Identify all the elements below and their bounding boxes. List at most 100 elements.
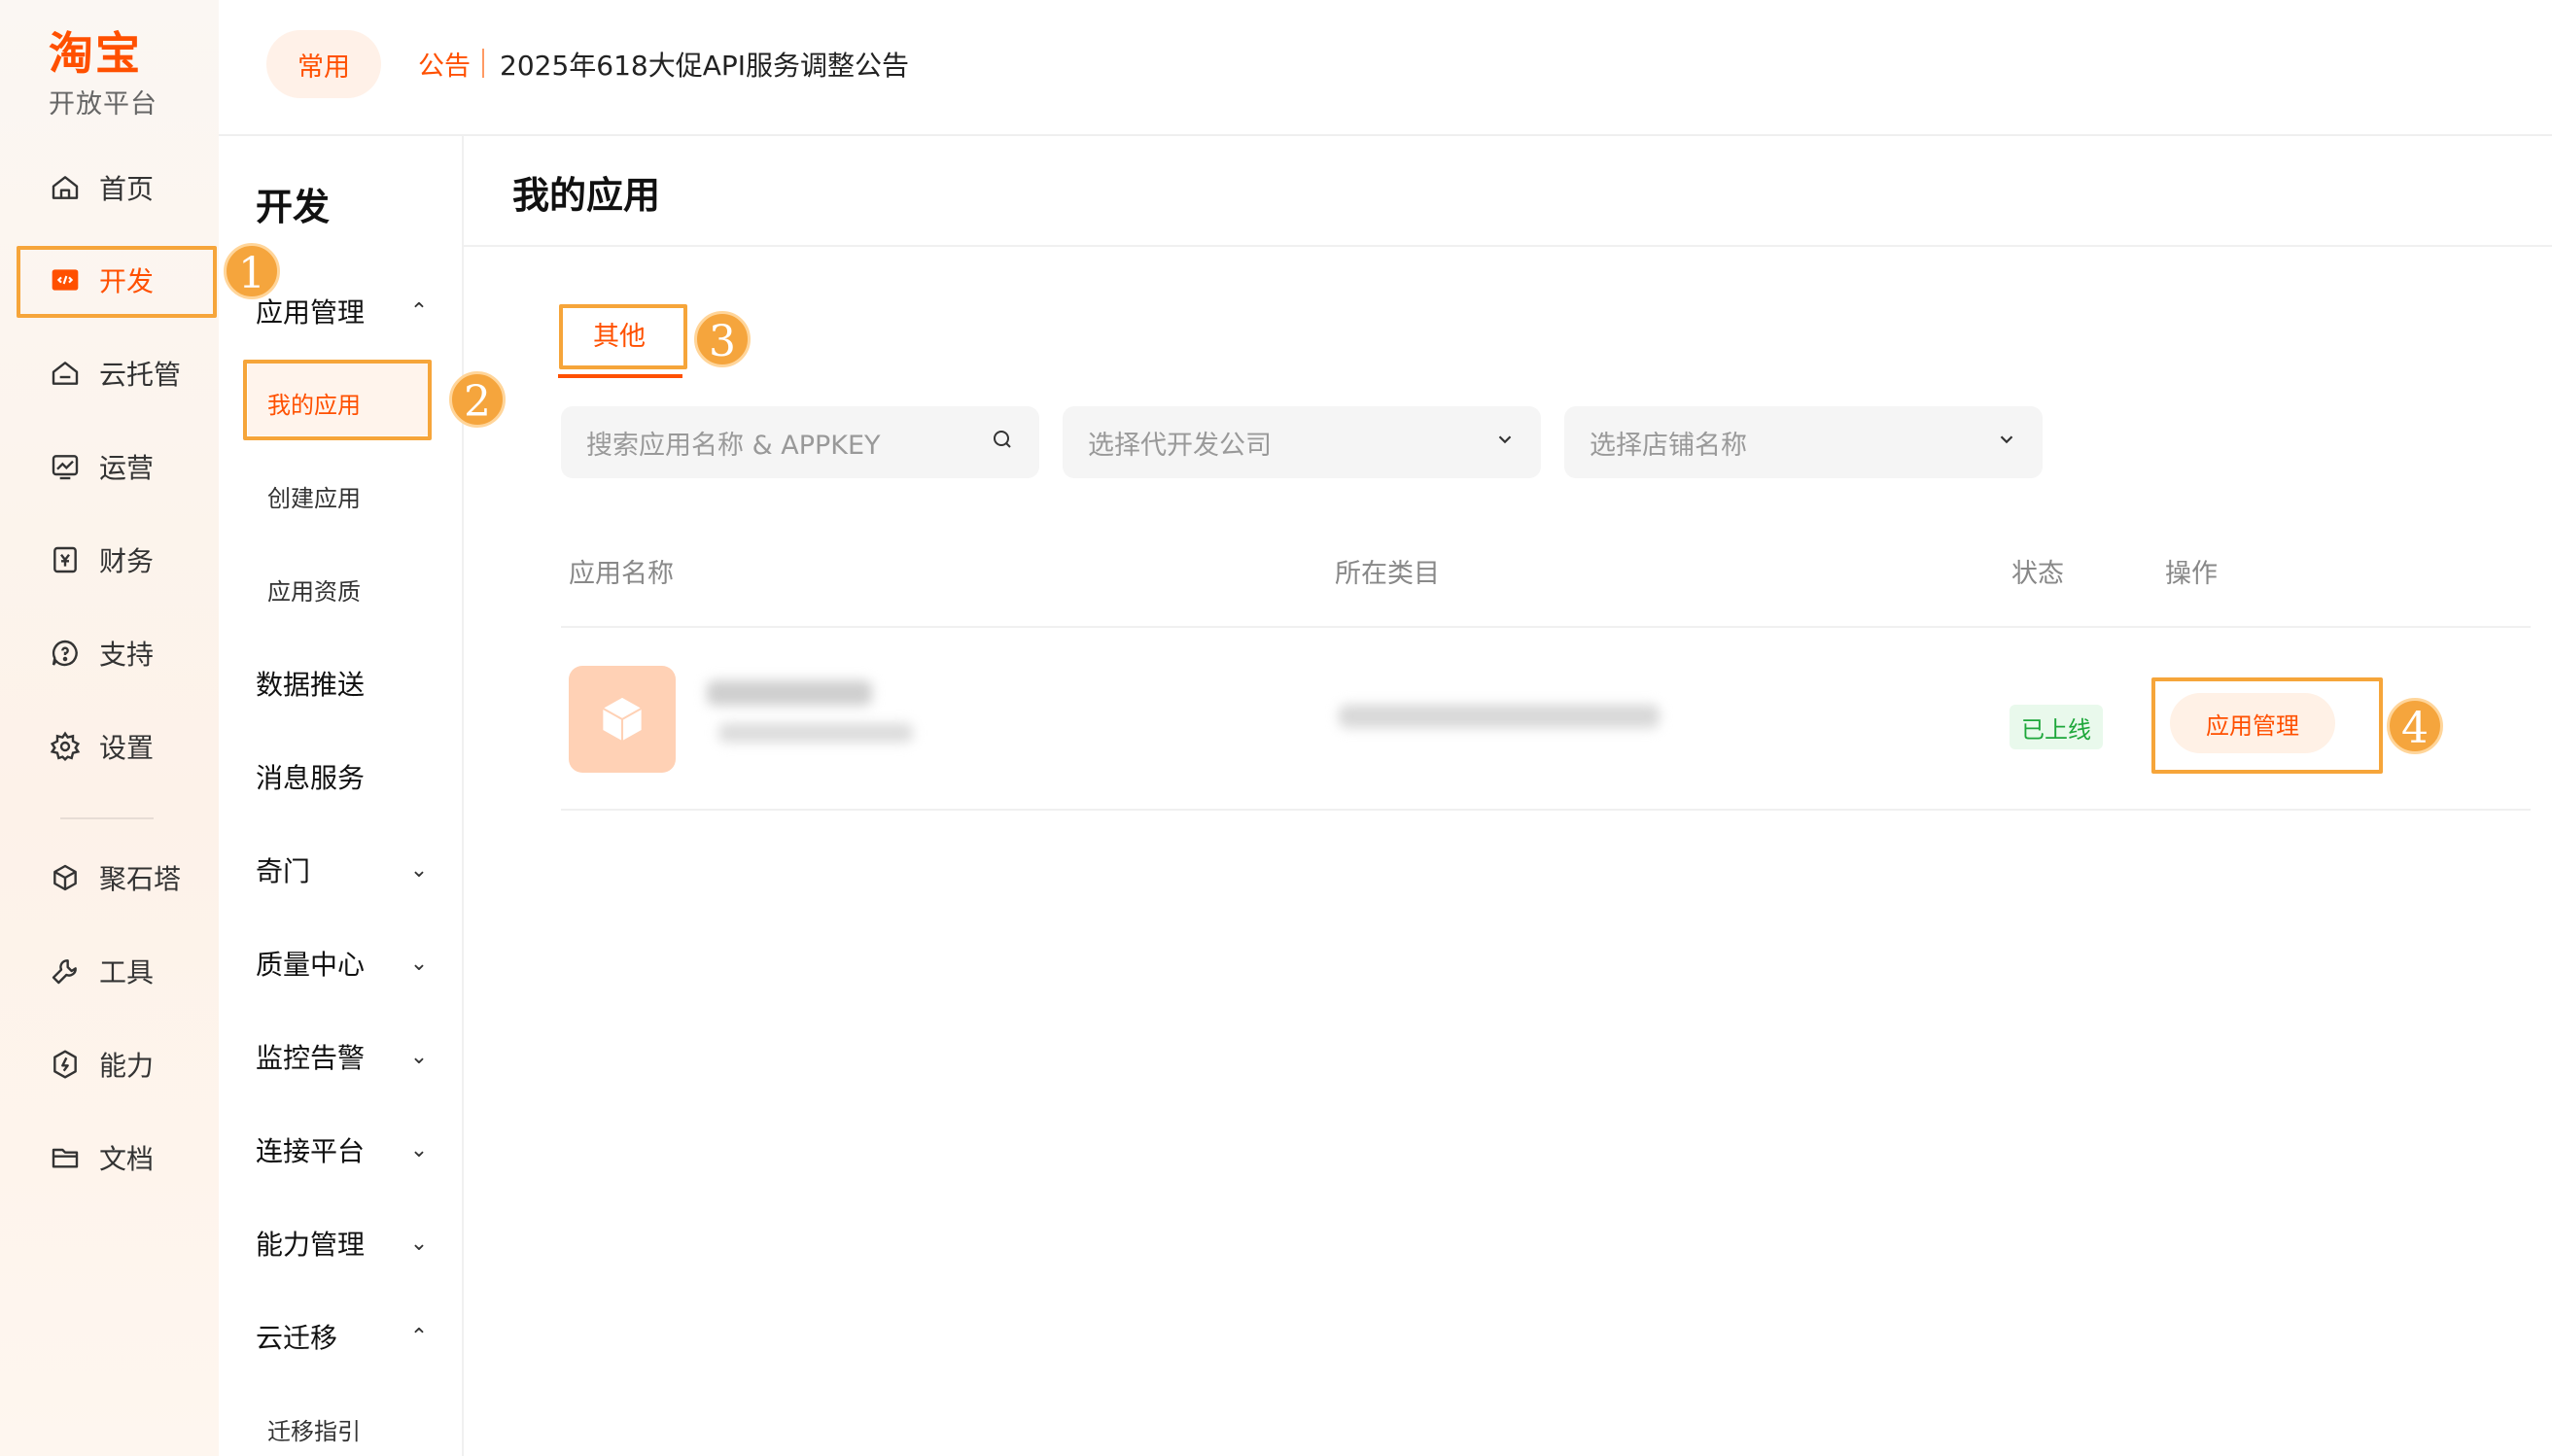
main-content: 我的应用 其他 搜索应用名称 & APPKEY 选择代开发公司 选择店铺名称 应… [464, 136, 2552, 1456]
step-badge-3: 3 [694, 311, 751, 367]
notice-link[interactable]: 2025年618大促API服务调整公告 [500, 45, 909, 84]
highlight-box-develop [17, 246, 217, 318]
rail-item-operations[interactable]: 运营 [19, 433, 214, 501]
app-root: 淘宝 开放平台 首页 开发 云托管 运营 财务 支持 设置 聚石塔 工具 能力 … [0, 0, 2552, 1456]
rail-item-label: 工具 [99, 956, 155, 988]
subnav-group-label: 消息服务 [256, 762, 366, 794]
app-cube-icon [569, 666, 676, 773]
rail-item-label: 文档 [99, 1143, 155, 1175]
subnav-item-create-app[interactable]: 创建应用 [267, 479, 361, 513]
rail-item-label: 设置 [99, 732, 155, 764]
subnav-group-label: 奇门 [256, 855, 311, 887]
left-rail: 淘宝 开放平台 首页 开发 云托管 运营 财务 支持 设置 聚石塔 工具 能力 … [0, 0, 219, 1456]
wrench-icon [49, 954, 82, 988]
rail-item-settings[interactable]: 设置 [19, 712, 214, 780]
home-icon [49, 171, 82, 204]
chevron-down-icon: ⌄ [409, 1231, 429, 1256]
subnav-group-monitor-alert[interactable]: 监控告警 ⌄ [256, 1037, 431, 1076]
rail-divider [60, 817, 154, 819]
chevron-down-icon: ⌄ [409, 857, 429, 883]
subnav-group-label: 云迁移 [256, 1322, 338, 1354]
rail-item-tools[interactable]: 工具 [19, 937, 214, 1005]
rail-item-home[interactable]: 首页 [19, 154, 214, 222]
subnav-group-label: 质量中心 [256, 949, 366, 981]
search-input[interactable]: 搜索应用名称 & APPKEY [561, 406, 1039, 478]
subnav-group-label: 数据推送 [256, 669, 366, 701]
chevron-up-icon: ⌃ [409, 1324, 429, 1349]
subnav-group-qimen[interactable]: 奇门 ⌄ [256, 850, 431, 889]
subnav-item-message-service[interactable]: 消息服务 [256, 757, 431, 796]
column-header-action: 操作 [2165, 559, 2218, 589]
yuan-icon [49, 543, 82, 576]
shop-select[interactable]: 选择店铺名称 [1564, 406, 2043, 478]
search-placeholder: 搜索应用名称 & APPKEY [586, 430, 881, 461]
dev-company-select[interactable]: 选择代开发公司 [1063, 406, 1541, 478]
support-icon [49, 637, 82, 670]
subnav-item-app-qualification[interactable]: 应用资质 [267, 572, 361, 607]
step-badge-2: 2 [449, 371, 506, 428]
subnav-title: 开发 [256, 186, 331, 228]
folder-icon [49, 1141, 82, 1174]
subnav-item-migration-guide[interactable]: 迁移指引 [267, 1412, 361, 1446]
chevron-down-icon: ⌄ [409, 1044, 429, 1069]
rail-item-jushita[interactable]: 聚石塔 [19, 844, 214, 912]
logo-text: 淘宝 [49, 27, 142, 80]
rail-item-cloud-host[interactable]: 云托管 [19, 339, 214, 407]
top-bar: 常用 公告 2025年618大促API服务调整公告 [219, 0, 2552, 136]
tab-active-underline [558, 374, 682, 378]
subnav-group-quality-center[interactable]: 质量中心 ⌄ [256, 944, 431, 983]
rail-item-label: 能力 [99, 1050, 155, 1082]
taobao-logo[interactable]: 淘宝 开放平台 [49, 29, 185, 121]
sub-nav: 开发 应用管理 ⌃ 我的应用 创建应用 应用资质 数据推送 消息服务 奇门 ⌄ … [219, 136, 464, 1456]
blurred-app-key [718, 723, 913, 743]
rail-item-support[interactable]: 支持 [19, 619, 214, 687]
rail-item-label: 财务 [99, 545, 155, 577]
subnav-group-label: 能力管理 [256, 1229, 366, 1261]
rail-item-label: 聚石塔 [99, 863, 182, 895]
gear-icon [49, 730, 82, 763]
page-title: 我的应用 [512, 174, 661, 217]
ability-icon [49, 1048, 82, 1081]
blurred-category [1339, 705, 1660, 728]
chevron-down-icon [1996, 428, 2017, 457]
table-header-divider [561, 626, 2531, 628]
subnav-group-label: 监控告警 [256, 1042, 366, 1074]
shop-placeholder: 选择店铺名称 [1590, 430, 1747, 461]
subnav-group-label: 连接平台 [256, 1135, 366, 1167]
subnav-group-app-manage[interactable]: 应用管理 ⌃ [256, 292, 431, 330]
column-header-category: 所在类目 [1335, 559, 1440, 589]
rail-item-finance[interactable]: 财务 [19, 526, 214, 594]
chevron-down-icon: ⌄ [409, 1137, 429, 1162]
cube-icon [49, 861, 82, 894]
subnav-group-label: 应用管理 [256, 296, 366, 329]
step-badge-4: 4 [2387, 698, 2443, 754]
cloud-host-icon [49, 357, 82, 390]
chevron-down-icon: ⌄ [409, 951, 429, 976]
highlight-box-my-apps [243, 360, 432, 440]
rail-item-label: 首页 [99, 173, 155, 205]
highlight-box-app-manage [2151, 677, 2383, 774]
subnav-group-cloud-migration[interactable]: 云迁移 ⌃ [256, 1317, 431, 1356]
rail-item-docs[interactable]: 文档 [19, 1124, 214, 1192]
column-header-status: 状态 [2011, 559, 2064, 589]
table-row-divider [561, 809, 2531, 811]
subnav-group-ability-manage[interactable]: 能力管理 ⌄ [256, 1224, 431, 1263]
blurred-app-name [707, 680, 872, 706]
rail-item-label: 运营 [99, 452, 155, 484]
column-header-name: 应用名称 [569, 559, 674, 589]
logo-subtitle: 开放平台 [49, 88, 157, 120]
chevron-down-icon [1494, 428, 1516, 457]
title-divider [464, 245, 2552, 247]
dev-company-placeholder: 选择代开发公司 [1088, 430, 1272, 461]
rail-item-label: 支持 [99, 639, 155, 671]
rail-item-ability[interactable]: 能力 [19, 1030, 214, 1098]
chevron-up-icon: ⌃ [409, 298, 429, 324]
status-badge: 已上线 [2010, 705, 2103, 749]
subnav-group-connect-platform[interactable]: 连接平台 ⌄ [256, 1130, 431, 1169]
highlight-box-tab-other [559, 304, 687, 369]
subnav-item-data-push[interactable]: 数据推送 [256, 664, 431, 703]
search-icon [991, 428, 1014, 458]
rail-item-label: 云托管 [99, 359, 182, 391]
chart-icon [49, 450, 82, 483]
common-tab[interactable]: 常用 [266, 30, 381, 98]
